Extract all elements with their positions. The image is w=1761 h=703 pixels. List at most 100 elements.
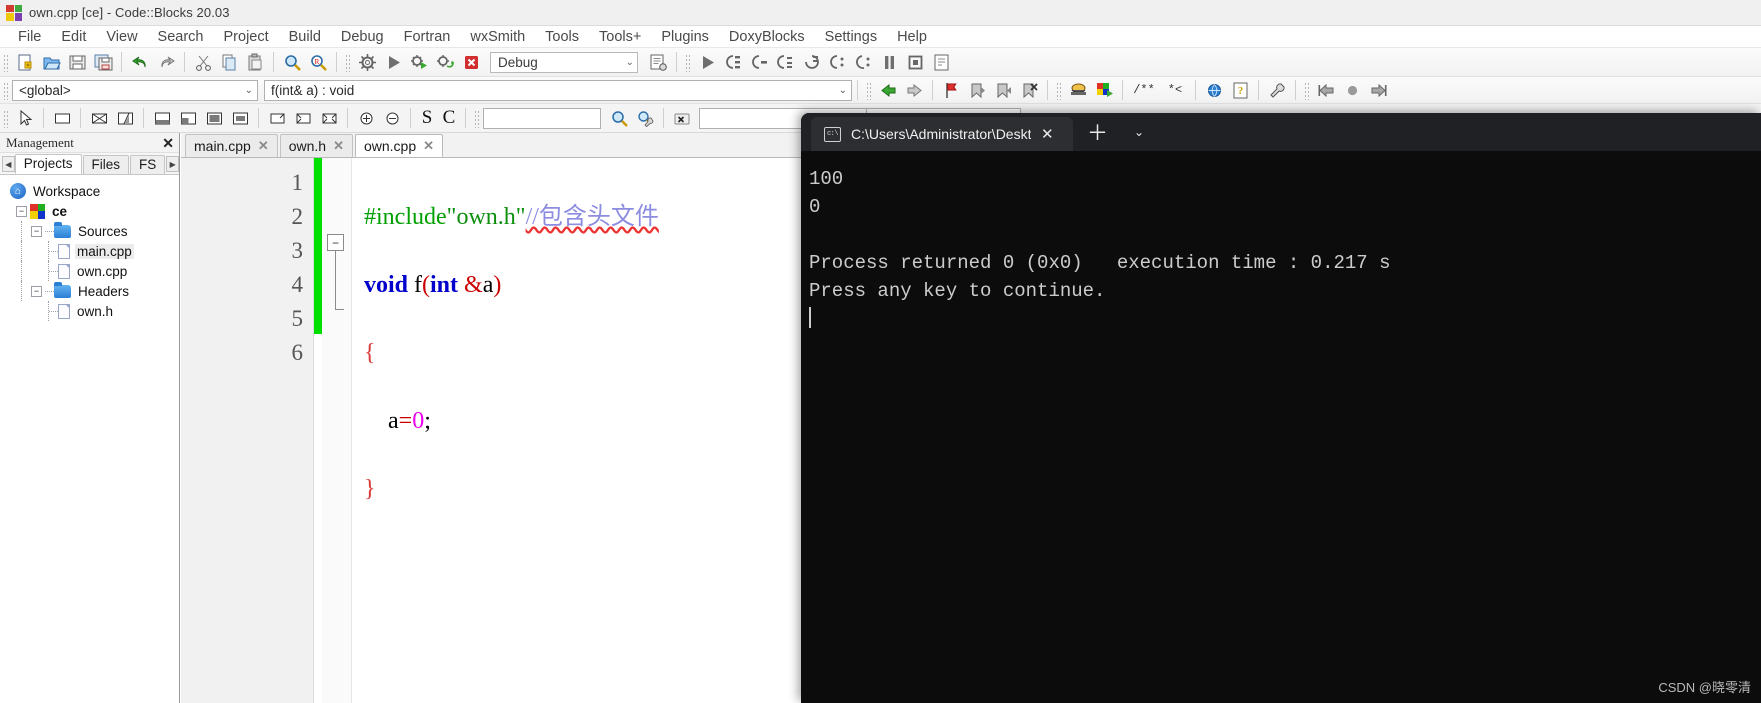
console-window[interactable]: c:\ C:\Users\Administrator\Deskto ✕ ＋ ⌄ … xyxy=(801,113,1761,703)
menu-edit[interactable]: Edit xyxy=(51,28,96,46)
layout-left-button[interactable] xyxy=(176,107,200,130)
scroll-left-icon[interactable]: ◀ xyxy=(2,156,15,172)
build-button[interactable] xyxy=(355,51,379,74)
abort-build-button[interactable] xyxy=(459,51,483,74)
doxyblocks-comment-button[interactable]: /** xyxy=(1129,79,1159,102)
open-file-button[interactable] xyxy=(39,51,63,74)
select-s-button[interactable]: S xyxy=(417,107,437,130)
editor-tab-own-cpp[interactable]: own.cpp ✕ xyxy=(354,134,444,157)
toolbar-grip[interactable] xyxy=(684,52,691,72)
record-button[interactable] xyxy=(1340,79,1364,102)
clear-bookmarks-button[interactable] xyxy=(1017,79,1041,102)
debug-info-button[interactable] xyxy=(929,51,953,74)
shrink-button[interactable] xyxy=(291,107,315,130)
select-c-button[interactable]: C xyxy=(439,107,459,130)
tab-files[interactable]: Files xyxy=(82,155,130,174)
doxyblocks-uncomment-button[interactable]: *< xyxy=(1161,79,1189,102)
menu-help[interactable]: Help xyxy=(887,28,937,46)
debug-continue-button[interactable] xyxy=(695,51,719,74)
close-x-icon[interactable]: ✕ xyxy=(258,138,269,154)
layout-bottom-button[interactable] xyxy=(202,107,226,130)
menu-debug[interactable]: Debug xyxy=(331,28,394,46)
close-x-icon[interactable]: ✕ xyxy=(1041,125,1054,143)
tree-item-own-cpp[interactable]: own.cpp xyxy=(4,261,179,281)
tree-item-own-h[interactable]: own.h xyxy=(4,301,179,321)
zoom-out-button[interactable] xyxy=(380,107,404,130)
jump-end-button[interactable] xyxy=(1366,79,1390,102)
scope-combo[interactable]: <global> ⌄ xyxy=(12,79,258,101)
save-button[interactable] xyxy=(65,51,89,74)
doxyblocks-config-button[interactable] xyxy=(1265,79,1289,102)
debug-step-into-button[interactable] xyxy=(773,51,797,74)
expand-button[interactable] xyxy=(265,107,289,130)
menu-wxsmith[interactable]: wxSmith xyxy=(460,28,535,46)
doxyblocks-extract-button[interactable] xyxy=(1066,79,1090,102)
run-button[interactable] xyxy=(381,51,405,74)
tree-item-workspace[interactable]: ⌂ Workspace xyxy=(4,181,179,201)
tree-item-main-cpp[interactable]: main.cpp xyxy=(4,241,179,261)
build-target-options-button[interactable] xyxy=(646,51,670,74)
menu-search[interactable]: Search xyxy=(148,28,214,46)
build-target-combo[interactable]: Debug ⌄ xyxy=(490,51,638,73)
doxyblocks-run-button[interactable] xyxy=(1092,79,1116,102)
paste-button[interactable] xyxy=(243,51,267,74)
clear-search-button[interactable] xyxy=(670,107,694,130)
save-all-button[interactable] xyxy=(91,51,115,74)
function-combo[interactable]: f(int& a) : void ⌄ xyxy=(264,79,852,101)
debug-stop-button[interactable] xyxy=(903,51,927,74)
replace-button[interactable]: R xyxy=(306,51,330,74)
console-tab[interactable]: c:\ C:\Users\Administrator\Deskto ✕ xyxy=(811,117,1073,151)
debug-step-instruction-button[interactable] xyxy=(851,51,875,74)
tree-item-sources[interactable]: − Sources xyxy=(4,221,179,241)
jump-start-button[interactable] xyxy=(1314,79,1338,102)
zoom-in-button[interactable] xyxy=(354,107,378,130)
debug-next-instruction-button[interactable] xyxy=(825,51,849,74)
build-and-run-button[interactable] xyxy=(407,51,431,74)
fold-collapse-icon[interactable]: − xyxy=(327,234,344,251)
menu-tools-plus[interactable]: Tools+ xyxy=(589,28,651,46)
menu-project[interactable]: Project xyxy=(214,28,279,46)
chevron-down-icon[interactable]: ⌄ xyxy=(1122,113,1156,151)
search-symbol-button[interactable] xyxy=(607,107,631,130)
box-sizer-button[interactable] xyxy=(87,107,111,130)
menu-plugins[interactable]: Plugins xyxy=(651,28,719,46)
scroll-right-icon[interactable]: ▶ xyxy=(166,156,179,172)
toolbar-grip[interactable] xyxy=(344,52,351,72)
doxyblocks-help-button[interactable]: ? xyxy=(1228,79,1252,102)
new-file-button[interactable] xyxy=(13,51,37,74)
debug-run-to-cursor-button[interactable] xyxy=(721,51,745,74)
toolbar-grip[interactable] xyxy=(473,108,480,128)
doxyblocks-open-html-button[interactable] xyxy=(1202,79,1226,102)
next-bookmark-button[interactable] xyxy=(991,79,1015,102)
editor-tab-own-h[interactable]: own.h ✕ xyxy=(279,134,353,157)
toolbar-grip[interactable] xyxy=(2,80,9,100)
undo-button[interactable] xyxy=(128,51,152,74)
tab-projects[interactable]: Projects xyxy=(14,154,82,174)
expander-minus-icon[interactable]: − xyxy=(31,285,42,297)
toolbar-grip[interactable] xyxy=(2,108,9,128)
tree-item-headers[interactable]: − Headers xyxy=(4,281,179,301)
expander-minus-icon[interactable]: − xyxy=(16,205,27,217)
tab-fs[interactable]: FS xyxy=(130,155,166,174)
close-x-icon[interactable]: ✕ xyxy=(162,136,174,150)
find-button[interactable] xyxy=(280,51,304,74)
nav-back-button[interactable] xyxy=(876,79,900,102)
menu-fortran[interactable]: Fortran xyxy=(394,28,461,46)
menu-tools[interactable]: Tools xyxy=(535,28,589,46)
layout-top-button[interactable] xyxy=(150,107,174,130)
previous-bookmark-button[interactable] xyxy=(965,79,989,102)
redo-button[interactable] xyxy=(154,51,178,74)
debug-break-button[interactable] xyxy=(877,51,901,74)
copy-button[interactable] xyxy=(217,51,241,74)
toolbar-grip[interactable] xyxy=(865,80,872,100)
search-options-button[interactable] xyxy=(633,107,657,130)
tree-item-project-ce[interactable]: − ce xyxy=(4,201,179,221)
menu-view[interactable]: View xyxy=(96,28,147,46)
search-input[interactable] xyxy=(483,107,601,129)
debug-step-out-button[interactable] xyxy=(799,51,823,74)
pointer-tool-button[interactable] xyxy=(13,107,37,130)
toolbar-grip[interactable] xyxy=(2,52,9,72)
close-x-icon[interactable]: ✕ xyxy=(423,138,434,154)
nav-forward-button[interactable] xyxy=(902,79,926,102)
close-x-icon[interactable]: ✕ xyxy=(333,138,344,154)
